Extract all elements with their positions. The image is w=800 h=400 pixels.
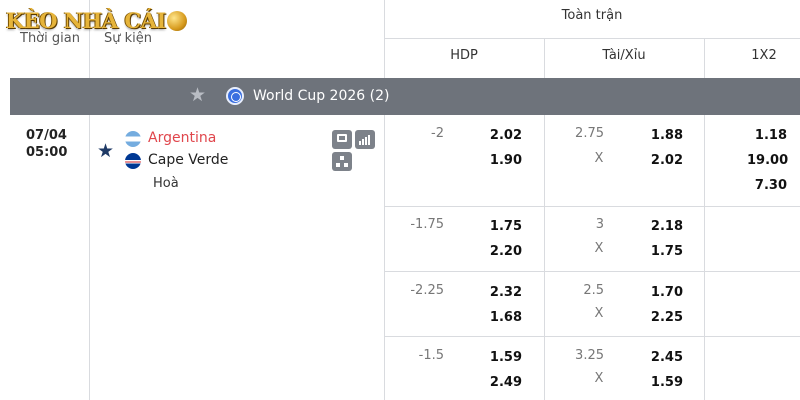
league-header[interactable]: ★ World Cup 2026 (2) <box>10 78 800 115</box>
league-title: World Cup 2026 (2) <box>253 88 390 104</box>
market-header-hdp[interactable]: HDP <box>384 48 544 63</box>
ou-under-odd[interactable]: 1.59 <box>643 375 683 390</box>
draw-label: Hoà <box>153 176 179 191</box>
ou-over-odd[interactable]: 2.18 <box>643 219 683 234</box>
star-icon[interactable]: ★ <box>189 84 206 106</box>
hdp-home-odd[interactable]: 2.32 <box>482 285 522 300</box>
ou-line: 2.75 <box>575 126 604 141</box>
hdp-home-odd[interactable]: 1.59 <box>482 350 522 365</box>
hdp-away-odd[interactable]: 2.20 <box>482 244 522 259</box>
1x2-away-odd[interactable]: 19.00 <box>747 153 788 168</box>
divider <box>384 206 800 207</box>
hdp-line: -2 <box>431 126 444 141</box>
globe-icon <box>226 87 244 105</box>
league-count: (2) <box>369 88 390 104</box>
ou-under-odd[interactable]: 2.25 <box>643 310 683 325</box>
1x2-home-odd[interactable]: 1.18 <box>747 128 787 143</box>
hdp-line: -2.25 <box>410 283 444 298</box>
event-column-header: Sự kiện <box>104 31 153 46</box>
divider <box>89 115 90 400</box>
hdp-away-odd[interactable]: 1.68 <box>482 310 522 325</box>
divider <box>384 115 385 400</box>
divider <box>704 115 705 400</box>
brand-logo[interactable]: KÈO NHÀ CÁI <box>6 8 187 33</box>
ou-x-label: X <box>594 151 604 166</box>
match-date: 07/04 <box>26 128 67 143</box>
full-match-header: Toàn trận <box>561 8 623 23</box>
ou-under-odd[interactable]: 1.75 <box>643 244 683 259</box>
network-icon <box>336 156 348 167</box>
time-column-header: Thời gian <box>20 31 80 46</box>
ou-over-odd[interactable]: 1.70 <box>643 285 683 300</box>
1x2-draw-odd[interactable]: 7.30 <box>747 178 787 193</box>
ou-line: 2.5 <box>583 283 604 298</box>
ou-under-odd[interactable]: 2.02 <box>643 153 683 168</box>
hdp-line: -1.75 <box>410 217 444 232</box>
hdp-away-odd[interactable]: 1.90 <box>482 153 522 168</box>
lineup-button[interactable] <box>332 152 352 171</box>
monitor-icon <box>337 134 347 142</box>
ball-icon <box>166 11 187 31</box>
market-header-over-under[interactable]: Tài/Xỉu <box>544 48 704 63</box>
ou-line: 3.25 <box>575 348 604 363</box>
stats-button[interactable] <box>355 130 375 149</box>
hdp-home-odd[interactable]: 1.75 <box>482 219 522 234</box>
ou-over-odd[interactable]: 2.45 <box>643 350 683 365</box>
divider <box>384 271 800 272</box>
hdp-line: -1.5 <box>418 348 444 363</box>
market-header-1x2[interactable]: 1X2 <box>704 48 800 63</box>
live-stream-button[interactable] <box>332 130 352 149</box>
divider <box>384 38 800 39</box>
favorite-star-icon[interactable]: ★ <box>97 140 114 162</box>
ou-x-label: X <box>594 371 604 386</box>
cape-verde-flag-icon <box>125 153 141 169</box>
ou-x-label: X <box>594 306 604 321</box>
away-team-name[interactable]: Cape Verde <box>148 152 228 168</box>
match-time: 05:00 <box>26 145 68 160</box>
argentina-flag-icon <box>125 131 141 147</box>
divider <box>384 336 800 337</box>
ou-over-odd[interactable]: 1.88 <box>643 128 683 143</box>
home-team-name[interactable]: Argentina <box>148 130 216 146</box>
hdp-away-odd[interactable]: 2.49 <box>482 375 522 390</box>
bar-chart-icon <box>359 135 371 145</box>
ou-line: 3 <box>595 217 604 232</box>
hdp-home-odd[interactable]: 2.02 <box>482 128 522 143</box>
divider <box>544 115 545 400</box>
ou-x-label: X <box>594 241 604 256</box>
